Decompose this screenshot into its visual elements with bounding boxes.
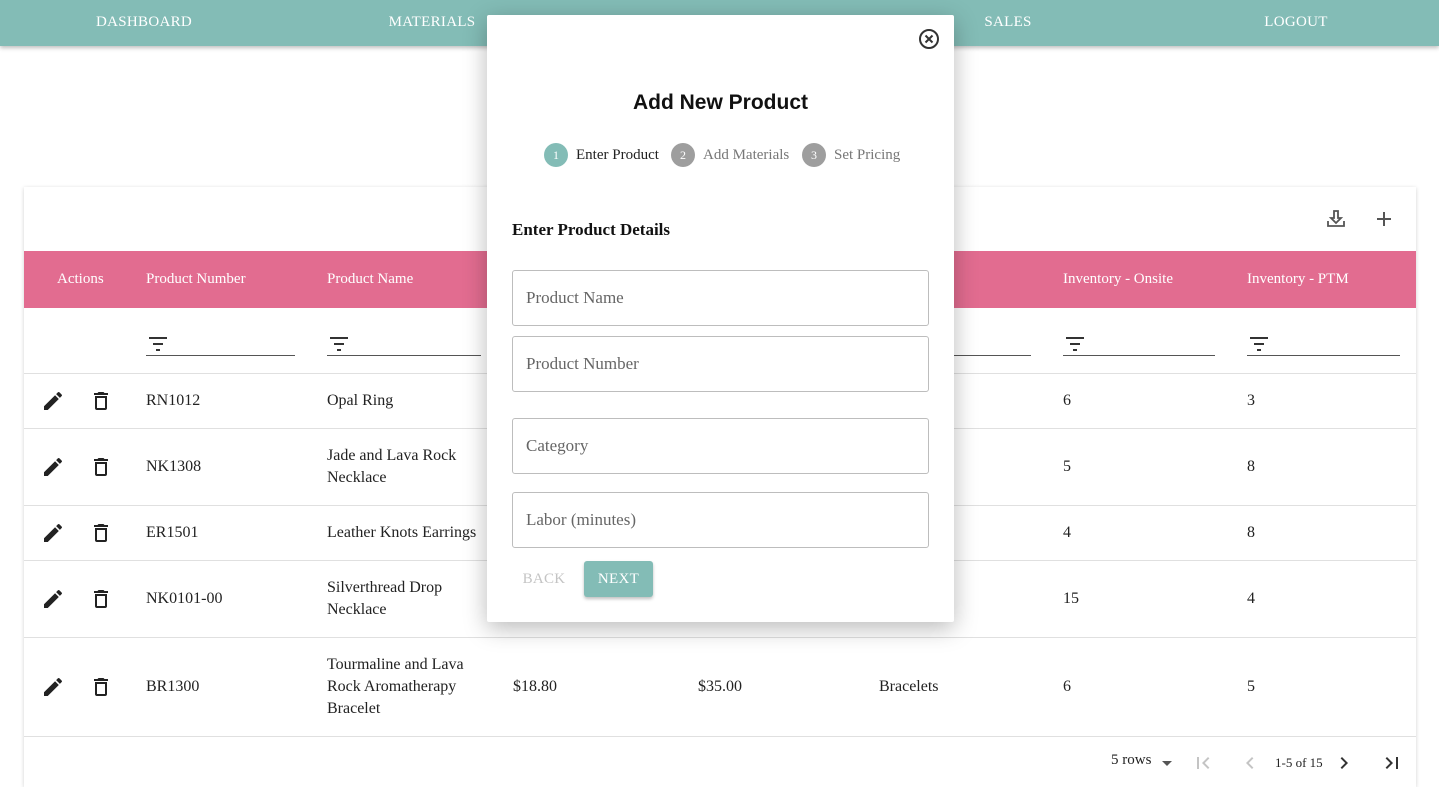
previous-page-icon[interactable] <box>1238 751 1262 775</box>
cell-inventory-ptm: 8 <box>1247 458 1255 475</box>
step-label: Add Materials <box>703 146 790 163</box>
page-range: 1-5 of 15 <box>1275 755 1323 770</box>
filter-icon <box>1250 337 1268 351</box>
header-product-number[interactable]: Product Number <box>146 251 246 308</box>
filter-inventory-onsite[interactable] <box>1063 326 1215 356</box>
cell-product-number: ER1501 <box>146 524 199 541</box>
cell-inventory-ptm: 4 <box>1247 590 1255 607</box>
delete-icon[interactable] <box>89 587 113 611</box>
step-number: 2 <box>671 143 695 167</box>
cell-product-number: NK0101-00 <box>146 590 223 607</box>
cell-inventory-onsite: 4 <box>1063 524 1071 541</box>
cell-product-name: Opal Ring <box>327 392 394 409</box>
cell-inventory-ptm: 3 <box>1247 392 1255 409</box>
step-number: 3 <box>802 143 826 167</box>
table-row: BR1300 Tourmaline and Lava Rock Aromathe… <box>24 638 1416 737</box>
filter-icon <box>149 337 167 351</box>
cell-inventory-onsite: 6 <box>1063 392 1071 409</box>
cell-inventory-onsite: 6 <box>1063 678 1071 695</box>
filter-inventory-ptm[interactable] <box>1247 326 1400 356</box>
labor-field[interactable] <box>512 492 929 548</box>
filter-product-name[interactable] <box>327 326 481 356</box>
delete-icon[interactable] <box>89 675 113 699</box>
cell-product-number: NK1308 <box>146 458 202 475</box>
edit-icon[interactable] <box>41 521 65 545</box>
step-set-pricing[interactable]: 3 Set Pricing <box>802 143 900 167</box>
step-enter-product[interactable]: 1 Enter Product <box>544 143 659 167</box>
chevron-down-icon[interactable] <box>1155 751 1179 775</box>
filter-icon <box>1066 337 1084 351</box>
back-button[interactable]: BACK <box>512 561 576 597</box>
product-name-field[interactable] <box>512 270 929 326</box>
first-page-icon[interactable] <box>1191 751 1215 775</box>
product-number-input[interactable] <box>513 337 928 391</box>
cell-inventory-onsite: 5 <box>1063 458 1071 475</box>
edit-icon[interactable] <box>41 675 65 699</box>
dialog-title: Add New Product <box>632 91 808 114</box>
header-product-name[interactable]: Product Name <box>327 251 413 308</box>
filter-product-number[interactable] <box>146 326 295 356</box>
labor-input[interactable] <box>513 493 928 547</box>
edit-icon[interactable] <box>41 389 65 413</box>
next-button[interactable]: NEXT <box>584 561 653 597</box>
cell-price: $35.00 <box>698 678 742 695</box>
cell-category: Bracelets <box>879 678 939 695</box>
cell-product-name: Tourmaline and Lava Rock Aromatherapy Br… <box>327 656 464 717</box>
download-icon[interactable] <box>1324 207 1348 231</box>
delete-icon[interactable] <box>89 521 113 545</box>
step-label: Enter Product <box>576 146 659 163</box>
edit-icon[interactable] <box>41 455 65 479</box>
last-page-icon[interactable] <box>1380 751 1404 775</box>
rows-per-page-select[interactable]: 5 rows <box>1111 752 1151 769</box>
edit-icon[interactable] <box>41 587 65 611</box>
cell-product-name: Silverthread Drop Necklace <box>327 579 443 618</box>
category-input[interactable] <box>513 419 928 473</box>
step-number: 1 <box>544 143 568 167</box>
step-add-materials[interactable]: 2 Add Materials <box>671 143 789 167</box>
nav-logout[interactable]: LOGOUT <box>1196 0 1396 46</box>
cell-product-number: BR1300 <box>146 678 200 695</box>
add-product-dialog: Add New Product 1 Enter Product 2 Add Ma… <box>487 15 954 622</box>
cell-inventory-onsite: 15 <box>1063 590 1079 607</box>
product-name-input[interactable] <box>513 271 928 325</box>
next-page-icon[interactable] <box>1332 751 1356 775</box>
section-title: Enter Product Details <box>512 220 671 239</box>
cell-inventory-ptm: 8 <box>1247 524 1255 541</box>
delete-icon[interactable] <box>89 389 113 413</box>
step-label: Set Pricing <box>834 146 901 163</box>
delete-icon[interactable] <box>89 455 113 479</box>
header-inventory-ptm[interactable]: Inventory - PTM <box>1247 251 1349 308</box>
cell-inventory-ptm: 5 <box>1247 678 1255 695</box>
nav-dashboard[interactable]: DASHBOARD <box>44 0 244 46</box>
header-actions: Actions <box>57 271 104 287</box>
product-number-field[interactable] <box>512 336 929 392</box>
cell-cost: $18.80 <box>513 678 557 695</box>
header-inventory-onsite[interactable]: Inventory - Onsite <box>1063 251 1173 308</box>
pagination: 5 rows 1-5 of 15 <box>24 737 1416 787</box>
add-icon[interactable] <box>1372 207 1396 231</box>
cell-product-number: RN1012 <box>146 392 201 409</box>
cell-product-name: Leather Knots Earrings <box>327 524 477 541</box>
close-icon[interactable] <box>917 27 941 51</box>
cell-product-name: Jade and Lava Rock Necklace <box>327 447 457 486</box>
filter-icon <box>330 337 348 351</box>
category-field[interactable] <box>512 418 929 474</box>
